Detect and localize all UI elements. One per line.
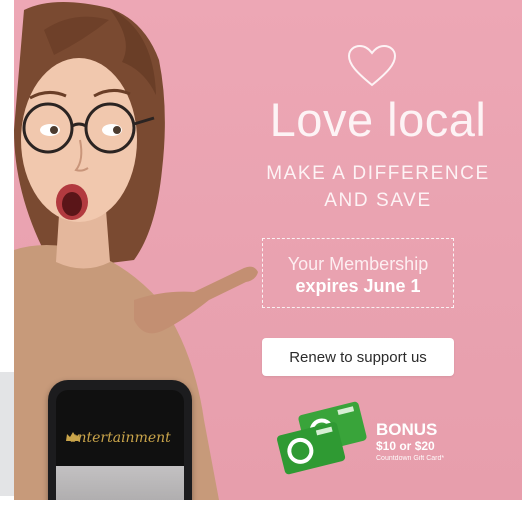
phone-photo bbox=[56, 466, 184, 500]
membership-expiry-date: expires June 1 bbox=[295, 276, 421, 296]
bonus-title: BONUS bbox=[376, 420, 438, 439]
bonus-subtitle: Countdown Gift Card* bbox=[376, 455, 445, 462]
membership-label: Your Membership bbox=[287, 254, 429, 274]
phone-screen: entertainment bbox=[56, 390, 184, 500]
membership-expiry-box: Your Membership expires June 1 bbox=[262, 238, 454, 308]
bonus-offer: BONUS $10 or $20 Countdown Gift Card* bbox=[376, 420, 516, 463]
headline: Love local bbox=[269, 93, 487, 146]
countdown-gift-card-icon bbox=[276, 401, 367, 475]
subheadline: MAKE A DIFFERENCE AND SAVE bbox=[266, 163, 490, 211]
entertainment-logo: entertainment bbox=[69, 430, 171, 446]
renew-button[interactable]: Renew to support us bbox=[262, 338, 454, 376]
bonus-amount: $10 or $20 bbox=[376, 439, 435, 453]
ad-frame: entertainment Love local MAKE A DIFFEREN… bbox=[0, 0, 522, 516]
phone-mockup: entertainment bbox=[48, 380, 192, 500]
heart-outline-icon bbox=[347, 44, 397, 87]
membership-banner: entertainment Love local MAKE A DIFFEREN… bbox=[14, 0, 522, 500]
